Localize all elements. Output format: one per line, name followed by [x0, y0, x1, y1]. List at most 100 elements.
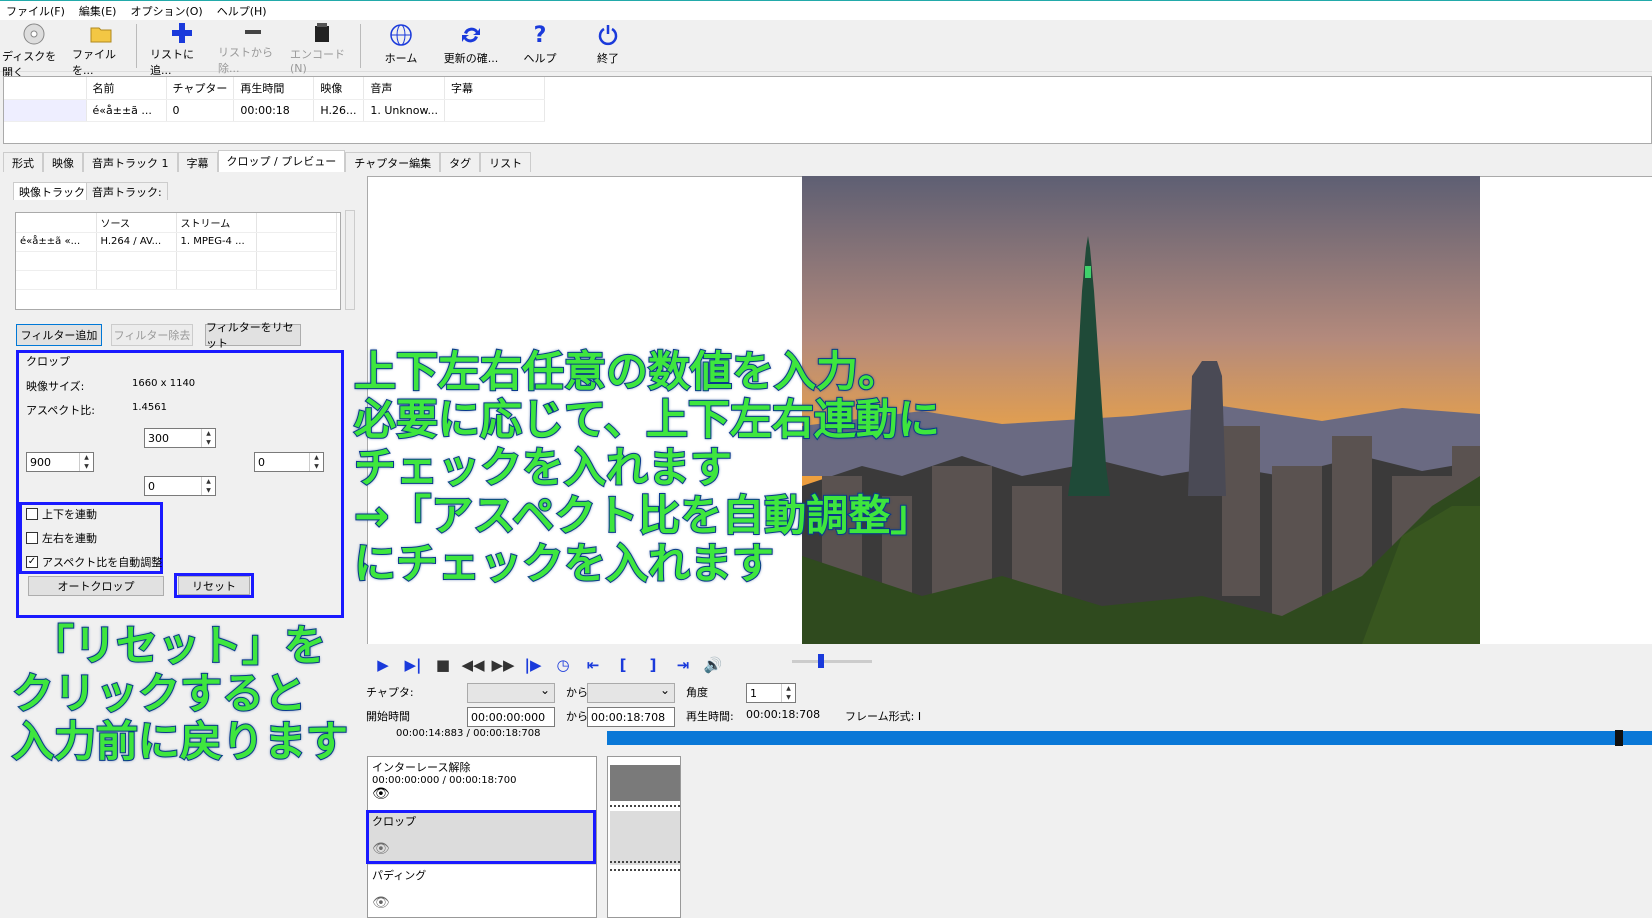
link-top-bottom-checkbox[interactable]: 上下を連動	[26, 506, 97, 522]
start-time-input[interactable]: 00:00:00:000	[467, 707, 555, 727]
file-list-header: 名前 チャプター 再生時間 映像 音声 字幕	[4, 77, 545, 100]
toolbar: ディスクを開く ファイルを... リストに追... リストから除... エンコー…	[0, 20, 1652, 79]
autocrop-button[interactable]: オートクロップ	[28, 576, 164, 596]
tab-crop-preview[interactable]: クロップ / プレビュー	[217, 150, 346, 172]
tab-video[interactable]: 映像	[43, 152, 83, 172]
power-icon	[595, 22, 621, 48]
volume-slider-track[interactable]	[792, 660, 872, 663]
filter-item-padding[interactable]: パディング 👁	[368, 865, 596, 918]
refresh-icon	[458, 22, 484, 48]
crop-filter-highlight	[366, 810, 596, 864]
clock-icon[interactable]: ◷	[552, 655, 574, 675]
spinner-arrows[interactable]: ▲ ▼	[201, 429, 215, 447]
volume-icon[interactable]: 🔊	[702, 655, 724, 675]
chapter-to-select[interactable]	[587, 683, 675, 703]
spinner-arrows[interactable]: ▲ ▼	[781, 684, 795, 702]
reset-filter-button[interactable]: フィルターをリセット	[205, 321, 301, 350]
duration-label: 再生時間:	[686, 710, 734, 723]
filter-thumbnails	[607, 756, 681, 918]
angle-label: 角度	[686, 686, 708, 699]
bracket-open-icon[interactable]: [	[612, 655, 634, 675]
subtab-video-track[interactable]: 映像トラック:	[13, 182, 95, 200]
filter-item-deinterlace[interactable]: インターレース解除 00:00:00:000 / 00:00:18:700 👁	[368, 757, 596, 811]
tab-subtitles[interactable]: 字幕	[177, 152, 218, 172]
timeline-bar[interactable]	[607, 731, 1652, 745]
mark-out-icon[interactable]: ⇥	[672, 655, 694, 675]
aspect-label: アスペクト比:	[26, 404, 95, 417]
spinner-arrows[interactable]: ▲ ▼	[201, 477, 215, 495]
open-file-button[interactable]: ファイルを...	[72, 22, 130, 77]
mark-in-icon[interactable]: ⇤	[582, 655, 604, 675]
crop-group-title: クロップ	[26, 355, 70, 368]
toolbar-separator	[136, 24, 137, 68]
bracket-close-icon[interactable]: ]	[642, 655, 664, 675]
encode-button[interactable]: エンコード(N)	[290, 22, 354, 75]
crop-left-input[interactable]: 900 ▲ ▼	[26, 452, 94, 472]
end-time-input[interactable]: 00:00:18:708	[587, 707, 675, 727]
end-from-label: から	[566, 710, 588, 723]
crop-bottom-input[interactable]: 0 ▲ ▼	[144, 476, 216, 496]
track-list[interactable]: ソース ストリーム é«å±±ã «... H.264 / AV... 1. M…	[15, 212, 341, 310]
crop-right-input[interactable]: 0 ▲ ▼	[254, 452, 324, 472]
chapter-from-select[interactable]	[467, 683, 555, 703]
scrollbar[interactable]	[345, 210, 355, 310]
tab-list[interactable]: リスト	[480, 152, 532, 172]
menu-file[interactable]: ファイル(F)	[6, 3, 65, 19]
menu-help[interactable]: ヘルプ(H)	[217, 3, 267, 19]
start-time-label: 開始時間	[366, 710, 410, 723]
position-readout: 00:00:14:883 / 00:00:18:708	[396, 728, 541, 739]
eye-icon[interactable]: 👁	[372, 895, 592, 911]
player-controls: ▶ ▶| ■ ◀◀ ▶▶ |▶ ◷ ⇤ [ ] ⇥ 🔊	[372, 654, 724, 676]
reset-button[interactable]: リセット	[178, 576, 250, 595]
tab-audio-track[interactable]: 音声トラック 1	[83, 152, 178, 172]
duration-value: 00:00:18:708	[746, 708, 821, 721]
home-button[interactable]: ホーム	[372, 22, 430, 70]
tab-chapter-edit[interactable]: チャプター編集	[345, 152, 441, 172]
spinner-arrows[interactable]: ▲ ▼	[309, 453, 323, 471]
remove-from-list-button[interactable]: リストから除...	[218, 22, 288, 75]
table-row[interactable]: é«å±±ã «... H.264 / AV... 1. MPEG-4 ...	[16, 232, 337, 252]
add-to-list-button[interactable]: リストに追...	[150, 22, 214, 77]
next-frame-icon[interactable]: |▶	[522, 655, 544, 675]
from-label: から	[566, 686, 588, 699]
frame-format: フレーム形式: I	[845, 710, 922, 723]
rewind-icon[interactable]: ◀◀	[461, 655, 484, 675]
menu-bar: ファイル(F) 編集(E) オプション(O) ヘルプ(H)	[0, 0, 1652, 20]
link-left-right-checkbox[interactable]: 左右を連動	[26, 530, 97, 546]
minus-icon	[240, 22, 266, 42]
annotation-reset: 「リセット」を クリックすると 入力前に戻ります	[11, 621, 349, 767]
menu-edit[interactable]: 編集(E)	[79, 3, 117, 19]
annotation-main: 上下左右任意の数値を入力。 必要に応じて、上下左右連動に チェックを入れます →…	[353, 347, 941, 589]
fast-forward-icon[interactable]: ▶▶	[491, 655, 514, 675]
auto-aspect-checkbox[interactable]: ✓ アスペクト比を自動調整	[26, 554, 162, 570]
volume-slider-thumb[interactable]	[818, 654, 824, 668]
chapter-label: チャプタ:	[366, 686, 414, 699]
spinner-arrows[interactable]: ▲ ▼	[79, 453, 93, 471]
exit-button[interactable]: 終了	[580, 22, 636, 70]
check-update-button[interactable]: 更新の確...	[438, 22, 504, 70]
main-tabs: 形式 映像 音声トラック 1 字幕 クロップ / プレビュー チャプター編集 タ…	[3, 150, 532, 172]
question-icon: ?	[533, 22, 547, 48]
open-disc-button[interactable]: ディスクを開く	[2, 22, 66, 79]
film-icon	[309, 22, 335, 44]
eye-icon[interactable]: 👁	[372, 786, 592, 802]
play-icon[interactable]: ▶	[372, 655, 394, 675]
add-filter-button[interactable]: フィルター追加	[16, 324, 102, 346]
file-list[interactable]: 名前 チャプター 再生時間 映像 音声 字幕 é«å±±ã ... 0 00:0…	[3, 76, 1652, 144]
tab-tags[interactable]: タグ	[440, 152, 481, 172]
help-button[interactable]: ? ヘルプ	[512, 22, 568, 70]
subtab-audio-track[interactable]: 音声トラック:	[86, 182, 168, 200]
disc-icon	[21, 22, 47, 46]
filter-panel: 映像トラック: 音声トラック: ソース ストリーム é«å±±ã «... H.…	[8, 176, 355, 918]
table-row[interactable]: é«å±±ã ... 0 00:00:18 H.26... 1. Unknow.…	[4, 99, 545, 122]
angle-input[interactable]: 1 ▲ ▼	[746, 683, 796, 703]
remove-filter-button[interactable]: フィルター除去	[111, 324, 193, 346]
tab-format[interactable]: 形式	[3, 152, 43, 172]
menu-options[interactable]: オプション(O)	[130, 3, 202, 19]
timeline-cursor[interactable]	[1615, 730, 1623, 746]
step-forward-icon[interactable]: ▶|	[402, 655, 424, 675]
globe-icon	[388, 22, 414, 48]
crop-top-input[interactable]: 300 ▲ ▼	[144, 428, 216, 448]
aspect-value: 1.4561	[132, 402, 167, 413]
stop-icon[interactable]: ■	[432, 655, 454, 675]
